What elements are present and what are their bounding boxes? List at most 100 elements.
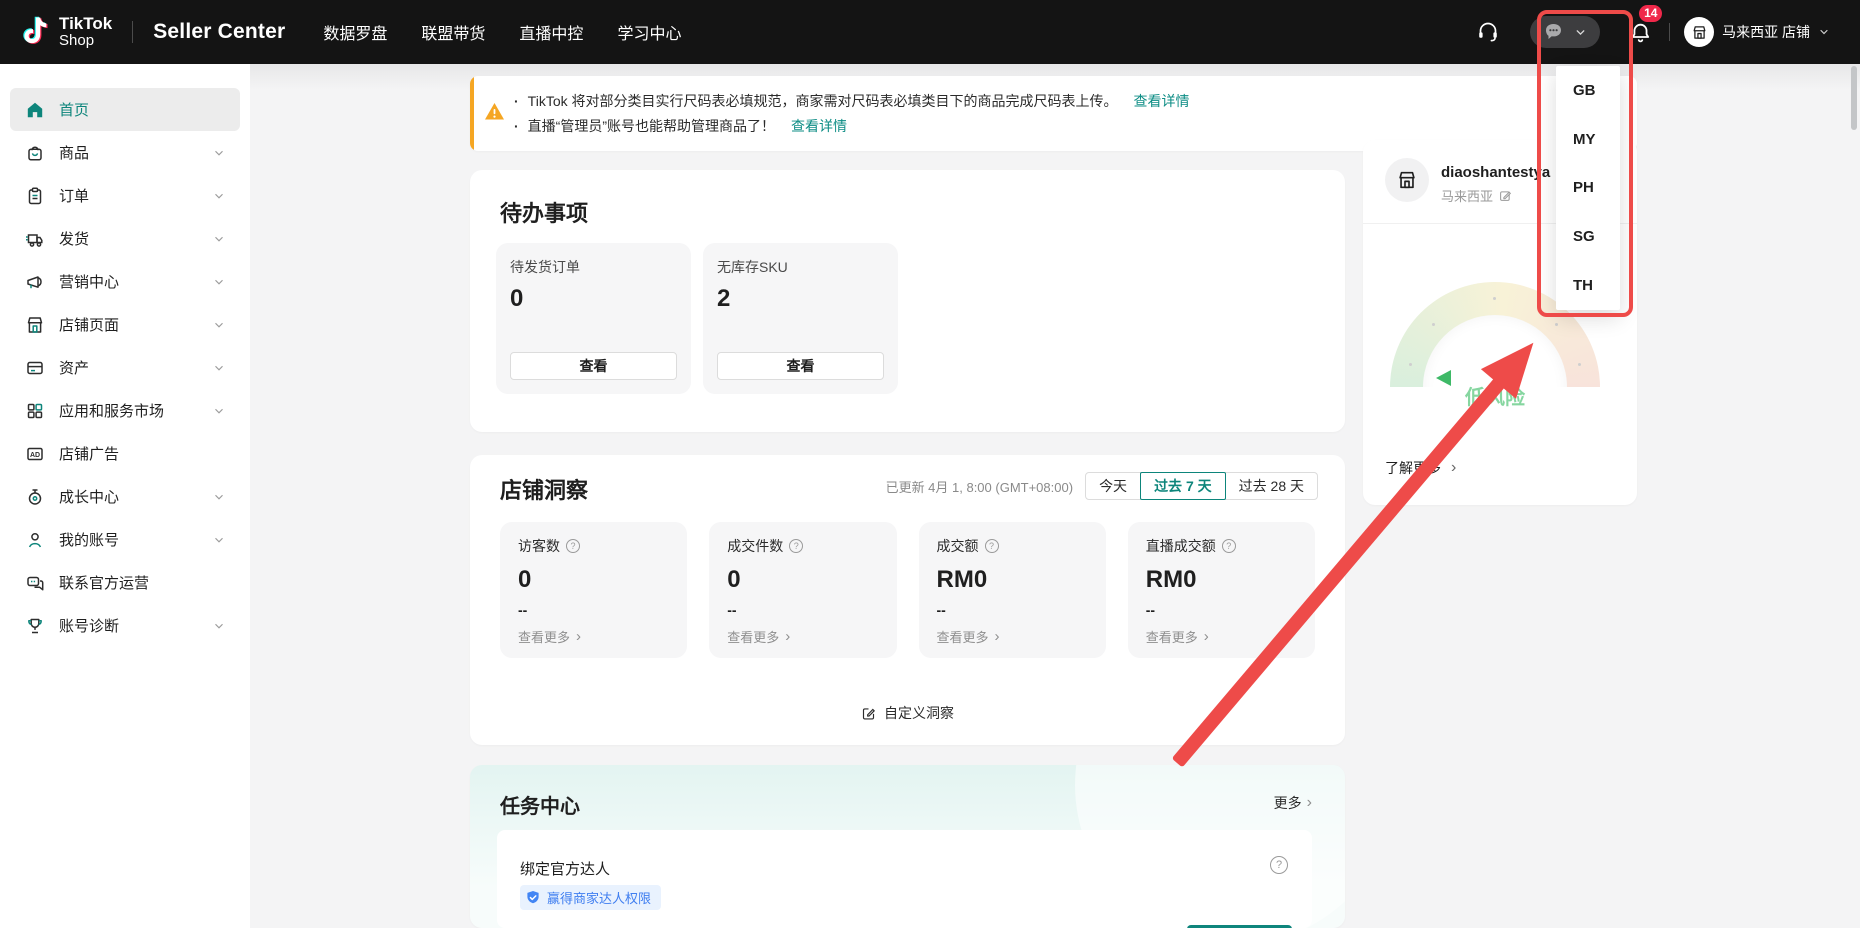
question-icon[interactable] bbox=[1270, 856, 1288, 874]
sidebar-item-growth-center[interactable]: 成长中心 bbox=[10, 475, 240, 518]
scrollbar[interactable] bbox=[1851, 66, 1857, 130]
chevron-down-icon bbox=[212, 232, 226, 246]
todo-tile-out-of-stock: 无库存SKU 2 查看 bbox=[703, 243, 898, 394]
customize-insights-link[interactable]: 自定义洞察 bbox=[861, 703, 954, 723]
ads-icon: AD bbox=[25, 444, 45, 464]
sidebar: 首页 商品 订单 发货 营销中心 bbox=[0, 64, 250, 928]
sidebar-item-shop-pages[interactable]: 店铺页面 bbox=[10, 303, 240, 346]
chevron-down-icon bbox=[1574, 26, 1587, 39]
view-button[interactable]: 查看 bbox=[510, 352, 677, 380]
chevron-down-icon bbox=[212, 146, 226, 160]
todo-tile-to-ship: 待发货订单 0 查看 bbox=[496, 243, 691, 394]
order-clipboard-icon bbox=[25, 186, 45, 206]
metric-live-gmv: 直播成交额 RM0 -- 查看更多 bbox=[1128, 522, 1315, 658]
headset-icon[interactable] bbox=[1476, 20, 1500, 44]
store-icon bbox=[1385, 158, 1429, 202]
account-person-icon bbox=[25, 530, 45, 550]
date-range-switcher: 今天 过去 7 天 过去 28 天 bbox=[1085, 472, 1318, 500]
megaphone-icon bbox=[25, 272, 45, 292]
insights-title: 店铺洞察 bbox=[500, 473, 588, 505]
page-title: Seller Center bbox=[153, 20, 285, 44]
language-option-my[interactable]: MY bbox=[1556, 115, 1620, 164]
nav-item-data-compass[interactable]: 数据罗盘 bbox=[323, 20, 387, 44]
language-selector-button[interactable] bbox=[1530, 16, 1600, 48]
view-more-link[interactable]: 查看更多 bbox=[1146, 627, 1297, 646]
edit-square-icon bbox=[861, 706, 876, 721]
sidebar-item-my-account[interactable]: 我的账号 bbox=[10, 518, 240, 561]
language-option-ph[interactable]: PH bbox=[1556, 164, 1620, 213]
view-button[interactable]: 查看 bbox=[717, 352, 884, 380]
storefront-icon bbox=[25, 315, 45, 335]
task-benefit-tag[interactable]: 赢得商家达人权限 bbox=[520, 885, 661, 910]
wallet-card-icon bbox=[25, 358, 45, 378]
shop-region: 马来西亚 bbox=[1441, 186, 1512, 205]
task-center-card: 任务中心 更多 绑定官方达人 赢得商家达人权限 bbox=[470, 765, 1345, 928]
more-link[interactable]: 更多 bbox=[1274, 793, 1312, 813]
tiktok-note-icon bbox=[22, 15, 50, 49]
banner-link-2[interactable]: 查看详情 bbox=[791, 116, 847, 136]
question-icon[interactable] bbox=[789, 539, 803, 553]
sidebar-item-app-marketplace[interactable]: 应用和服务市场 bbox=[10, 389, 240, 432]
metric-items-sold: 成交件数 0 -- 查看更多 bbox=[709, 522, 896, 658]
chevron-down-icon bbox=[212, 318, 226, 332]
banner-link-1[interactable]: 查看详情 bbox=[1134, 91, 1190, 111]
store-icon bbox=[1684, 17, 1714, 47]
view-more-link[interactable]: 查看更多 bbox=[727, 627, 878, 646]
question-icon[interactable] bbox=[985, 539, 999, 553]
sidebar-item-products[interactable]: 商品 bbox=[10, 131, 240, 174]
language-option-th[interactable]: TH bbox=[1556, 261, 1620, 310]
chevron-down-icon bbox=[212, 533, 226, 547]
task-center-title: 任务中心 bbox=[500, 790, 580, 819]
notification-badge: 14 bbox=[1637, 3, 1664, 24]
gauge-needle bbox=[1436, 370, 1451, 386]
chevron-down-icon bbox=[212, 361, 226, 375]
learn-more-link[interactable]: 了解更多 bbox=[1385, 458, 1456, 478]
nav-menu: 数据罗盘 联盟带货 直播中控 学习中心 bbox=[323, 20, 681, 44]
warning-icon bbox=[484, 102, 505, 126]
chevron-down-icon bbox=[212, 619, 226, 633]
question-icon[interactable] bbox=[1222, 539, 1236, 553]
language-option-sg[interactable]: SG bbox=[1556, 212, 1620, 261]
product-bag-icon bbox=[25, 143, 45, 163]
sidebar-item-help-center[interactable]: ? 帮助中心 bbox=[20, 914, 230, 928]
language-option-gb[interactable]: GB bbox=[1556, 66, 1620, 115]
home-icon bbox=[25, 100, 45, 120]
range-past-28-days[interactable]: 过去 28 天 bbox=[1225, 472, 1318, 500]
shop-insights-card: 店铺洞察 已更新 4月 1, 8:00 (GMT+08:00) 今天 过去 7 … bbox=[470, 455, 1345, 745]
top-nav: TikTok Shop Seller Center 数据罗盘 联盟带货 直播中控… bbox=[0, 0, 1860, 64]
sidebar-item-account-diagnosis[interactable]: 账号诊断 bbox=[10, 604, 240, 647]
risk-label: 低风险 bbox=[1390, 381, 1600, 410]
sidebar-item-marketing[interactable]: 营销中心 bbox=[10, 260, 240, 303]
range-today[interactable]: 今天 bbox=[1085, 472, 1141, 500]
shop-name: diaoshantestya bbox=[1441, 164, 1550, 181]
sidebar-item-shipping[interactable]: 发货 bbox=[10, 217, 240, 260]
sidebar-item-finance[interactable]: 资产 bbox=[10, 346, 240, 389]
sidebar-item-home[interactable]: 首页 bbox=[10, 88, 240, 131]
nav-divider bbox=[1669, 23, 1670, 41]
language-dropdown: GB MY PH SG TH bbox=[1556, 66, 1620, 310]
nav-item-affiliate[interactable]: 联盟带货 bbox=[421, 20, 485, 44]
range-past-7-days[interactable]: 过去 7 天 bbox=[1140, 472, 1226, 500]
chevron-down-icon bbox=[212, 404, 226, 418]
sidebar-item-orders[interactable]: 订单 bbox=[10, 174, 240, 217]
notifications-button[interactable]: 14 bbox=[1628, 20, 1653, 45]
nav-item-live-console[interactable]: 直播中控 bbox=[519, 20, 583, 44]
trophy-icon bbox=[25, 616, 45, 636]
question-icon[interactable] bbox=[566, 539, 580, 553]
metric-visitors: 访客数 0 -- 查看更多 bbox=[500, 522, 687, 658]
edit-icon[interactable] bbox=[1499, 189, 1512, 202]
task-title: 绑定官方达人 bbox=[520, 858, 610, 879]
sidebar-item-shop-ads[interactable]: AD 店铺广告 bbox=[10, 432, 240, 475]
tiktok-shop-logo[interactable]: TikTok Shop bbox=[22, 15, 112, 49]
sidebar-item-contact-ops[interactable]: 联系官方运营 bbox=[10, 561, 240, 604]
view-more-link[interactable]: 查看更多 bbox=[518, 627, 669, 646]
truck-icon bbox=[25, 229, 45, 249]
nav-divider bbox=[132, 21, 133, 43]
metric-gmv: 成交额 RM0 -- 查看更多 bbox=[919, 522, 1106, 658]
nav-right: 14 马来西亚 店铺 bbox=[1476, 16, 1830, 48]
view-more-link[interactable]: 查看更多 bbox=[937, 627, 1088, 646]
todo-title: 待办事项 bbox=[500, 196, 588, 228]
chat-bubble-icon bbox=[1544, 22, 1567, 42]
shop-switcher[interactable]: 马来西亚 店铺 bbox=[1684, 17, 1830, 47]
nav-item-learning-center[interactable]: 学习中心 bbox=[617, 20, 681, 44]
